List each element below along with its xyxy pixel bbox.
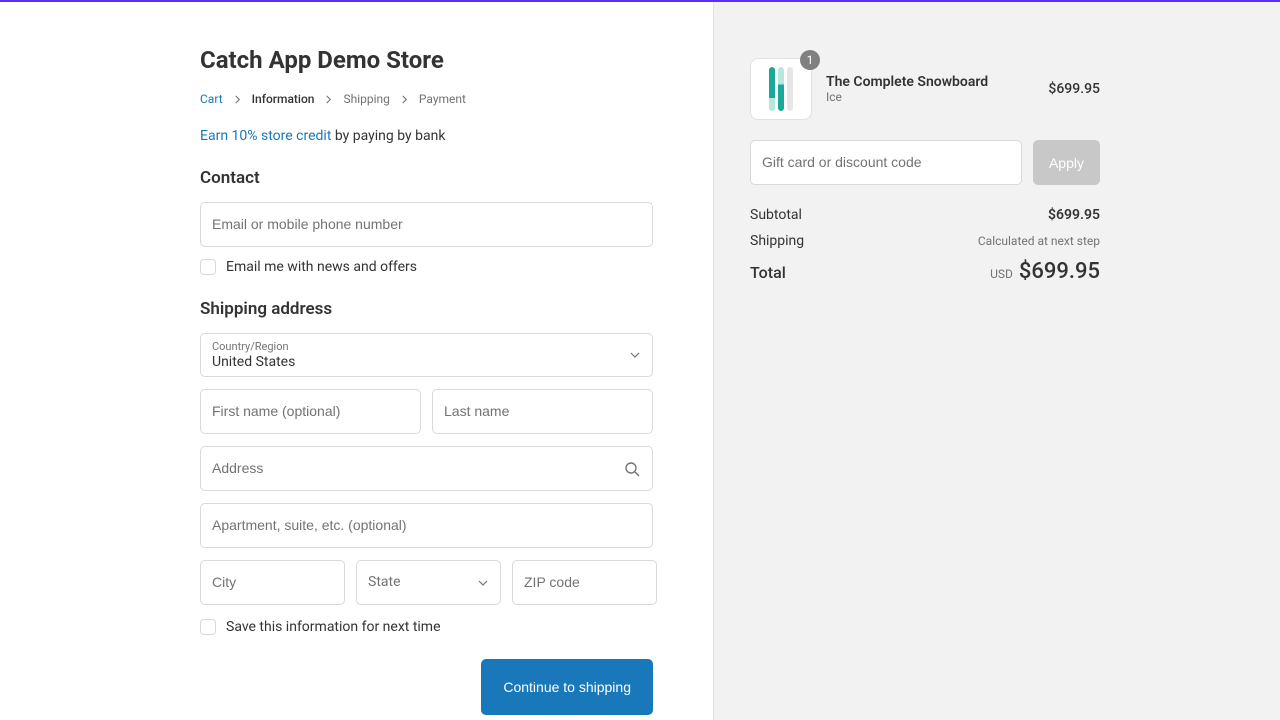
chevron-down-icon — [478, 578, 488, 588]
subtotal-label: Subtotal — [750, 207, 802, 223]
order-summary-panel: 1 The Complete Snowboard Ice $699.95 App… — [713, 2, 1280, 720]
subtotal-row: Subtotal $699.95 — [750, 207, 1100, 223]
contact-field[interactable] — [200, 202, 653, 247]
zip-input[interactable] — [524, 574, 645, 590]
newsletter-checkbox[interactable] — [200, 259, 216, 275]
promo-text: by paying by bank — [331, 128, 445, 144]
shipping-heading: Shipping address — [200, 299, 653, 319]
newsletter-label: Email me with news and offers — [226, 259, 417, 275]
lastname-field[interactable] — [432, 389, 653, 434]
product-name: The Complete Snowboard — [826, 74, 1034, 90]
address-field[interactable] — [200, 446, 653, 491]
breadcrumb-shipping: Shipping — [343, 92, 389, 106]
contact-input[interactable] — [212, 216, 641, 232]
promo-link[interactable]: Earn 10% store credit — [200, 128, 331, 144]
search-icon[interactable] — [624, 461, 640, 477]
product-variant: Ice — [826, 90, 1034, 104]
country-select[interactable]: Country/Region United States — [200, 333, 653, 377]
checkout-page: Catch App Demo Store Cart Information Sh… — [0, 2, 1280, 720]
breadcrumb: Cart Information Shipping Payment — [200, 92, 653, 106]
shipping-label: Shipping — [750, 233, 804, 249]
store-title: Catch App Demo Store — [200, 46, 653, 74]
product-price: $699.95 — [1048, 81, 1100, 97]
snowboard-graphic — [769, 67, 775, 111]
zip-field[interactable] — [512, 560, 657, 605]
city-field[interactable] — [200, 560, 345, 605]
continue-button[interactable]: Continue to shipping — [481, 659, 653, 715]
apply-button[interactable]: Apply — [1033, 140, 1100, 185]
product-thumb-wrap: 1 — [750, 58, 812, 120]
total-value: $699.95 — [1019, 259, 1100, 284]
apartment-field[interactable] — [200, 503, 653, 548]
country-value: United States — [212, 354, 295, 370]
total-label: Total — [750, 263, 786, 282]
total-row: Total USD $699.95 — [750, 259, 1100, 284]
discount-field[interactable] — [750, 140, 1022, 185]
product-info: The Complete Snowboard Ice — [826, 74, 1034, 104]
currency-label: USD — [990, 267, 1013, 281]
product-row: 1 The Complete Snowboard Ice $699.95 — [750, 58, 1100, 120]
address-input[interactable] — [212, 460, 641, 476]
shipping-value: Calculated at next step — [978, 234, 1100, 248]
chevron-right-icon — [233, 95, 242, 104]
breadcrumb-cart[interactable]: Cart — [200, 92, 223, 106]
shipping-row: Shipping Calculated at next step — [750, 233, 1100, 249]
lastname-input[interactable] — [444, 403, 641, 419]
discount-row: Apply — [750, 140, 1100, 185]
snowboard-graphic — [778, 67, 784, 111]
breadcrumb-payment: Payment — [419, 92, 466, 106]
contact-heading: Contact — [200, 168, 653, 188]
subtotal-value: $699.95 — [1048, 207, 1100, 223]
snowboard-graphic — [787, 67, 793, 111]
state-placeholder: State — [368, 574, 401, 590]
discount-input[interactable] — [762, 154, 1010, 170]
state-select[interactable]: State — [356, 560, 501, 605]
saveinfo-checkbox[interactable] — [200, 619, 216, 635]
promo-banner: Earn 10% store credit by paying by bank — [200, 128, 653, 144]
firstname-input[interactable] — [212, 403, 409, 419]
saveinfo-row[interactable]: Save this information for next time — [200, 619, 653, 635]
firstname-field[interactable] — [200, 389, 421, 434]
chevron-right-icon — [324, 95, 333, 104]
chevron-right-icon — [400, 95, 409, 104]
quantity-badge: 1 — [800, 50, 820, 70]
apartment-input[interactable] — [212, 517, 641, 533]
saveinfo-label: Save this information for next time — [226, 619, 441, 635]
breadcrumb-information: Information — [252, 92, 315, 106]
city-input[interactable] — [212, 574, 333, 590]
checkout-form-panel: Catch App Demo Store Cart Information Sh… — [0, 2, 713, 720]
newsletter-row[interactable]: Email me with news and offers — [200, 259, 653, 275]
country-label: Country/Region — [212, 340, 641, 353]
